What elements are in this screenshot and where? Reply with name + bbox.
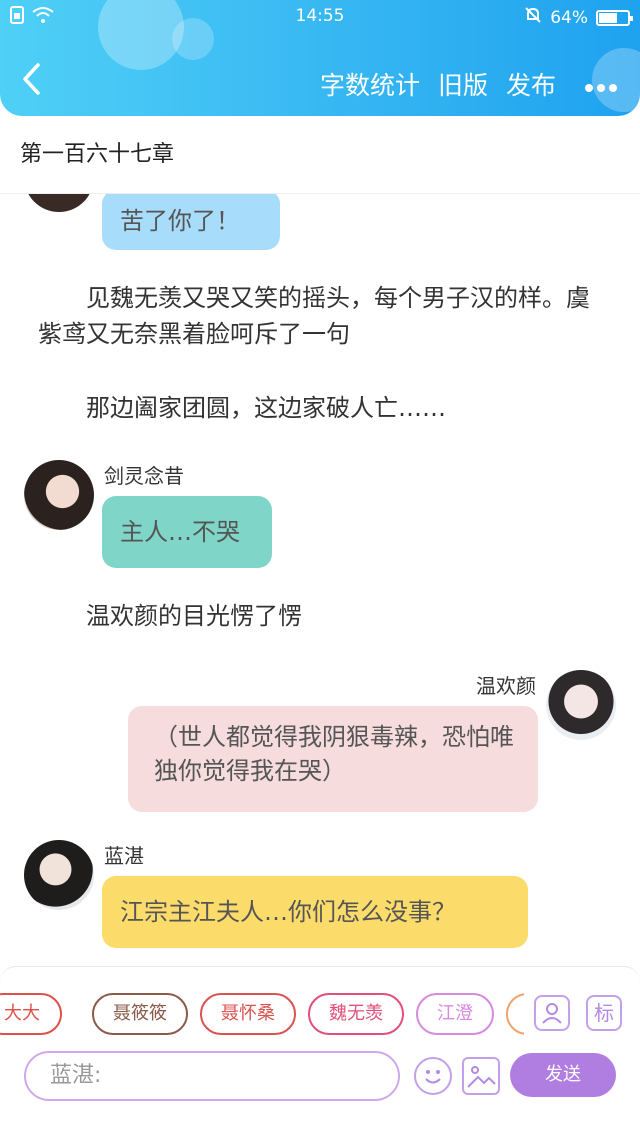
mark-button[interactable]: 标	[586, 995, 622, 1031]
message-bubble[interactable]: （世人都觉得我阴狠毒辣，恐怕唯独你觉得我在哭）	[128, 706, 538, 812]
back-button[interactable]	[20, 62, 48, 102]
publish-button[interactable]: 发布	[506, 66, 556, 102]
avatar[interactable]	[24, 840, 94, 910]
avatar[interactable]	[24, 194, 94, 212]
role-chip[interactable]: 大大	[0, 993, 62, 1035]
avatar[interactable]	[24, 460, 94, 530]
avatar[interactable]	[546, 670, 616, 740]
message-bubble[interactable]: 苦了你了！	[102, 194, 280, 250]
message-input[interactable]: 蓝湛:	[24, 1051, 400, 1101]
mute-bell-icon	[524, 6, 542, 29]
role-chip[interactable]: 聂怀桑	[200, 993, 296, 1035]
battery-percent: 64%	[550, 7, 588, 28]
old-version-button[interactable]: 旧版	[438, 66, 488, 102]
send-button[interactable]: 发送	[510, 1053, 616, 1097]
message-bubble[interactable]: 江宗主江夫人…你们怎么没事？	[102, 876, 528, 948]
narration-text: 温欢颜的目光愣了愣	[86, 602, 302, 630]
smiley-icon[interactable]	[414, 1057, 452, 1095]
role-chip-partial[interactable]	[506, 993, 524, 1035]
speaker-name: 温欢颜	[476, 674, 536, 698]
app-header: 14:55 64% 字数统计 旧版 发布	[0, 0, 640, 116]
speaker-name: 剑灵念昔	[104, 464, 184, 488]
narration-text: 那边阖家团圆，这边家破人亡……	[86, 394, 446, 422]
role-chip[interactable]: 魏无羡	[308, 993, 404, 1035]
chevron-left-icon	[23, 63, 40, 95]
status-bar: 14:55 64%	[0, 0, 640, 34]
narration-text: 见魏无羡又哭又笑的摇头，每个男子汉的样。虞紫鸢又无奈黑着脸呵斥了一句	[38, 284, 590, 348]
speaker-name: 蓝湛	[104, 844, 144, 868]
role-chips[interactable]: 大大 聂筱筱 聂怀桑 魏无羡 江澄	[0, 993, 524, 1037]
chat-content[interactable]: 苦了你了！ 见魏无羡又哭又笑的摇头，每个男子汉的样。虞紫鸢又无奈黑着脸呵斥了一句…	[0, 194, 640, 966]
compose-toolbar: 大大 聂筱筱 聂怀桑 魏无羡 江澄 标 蓝湛: 发送	[0, 966, 640, 1138]
person-card-icon[interactable]	[534, 995, 570, 1031]
battery-level	[599, 12, 617, 23]
role-chip[interactable]: 江澄	[416, 993, 494, 1035]
more-dots-icon[interactable]	[584, 70, 618, 98]
message-bubble[interactable]: 主人…不哭	[102, 496, 272, 568]
chapter-title[interactable]: 第一百六十七章	[0, 116, 640, 194]
role-chip[interactable]: 聂筱筱	[92, 993, 188, 1035]
battery-icon	[596, 9, 633, 26]
image-icon[interactable]	[462, 1057, 500, 1095]
word-count-button[interactable]: 字数统计	[320, 66, 420, 102]
